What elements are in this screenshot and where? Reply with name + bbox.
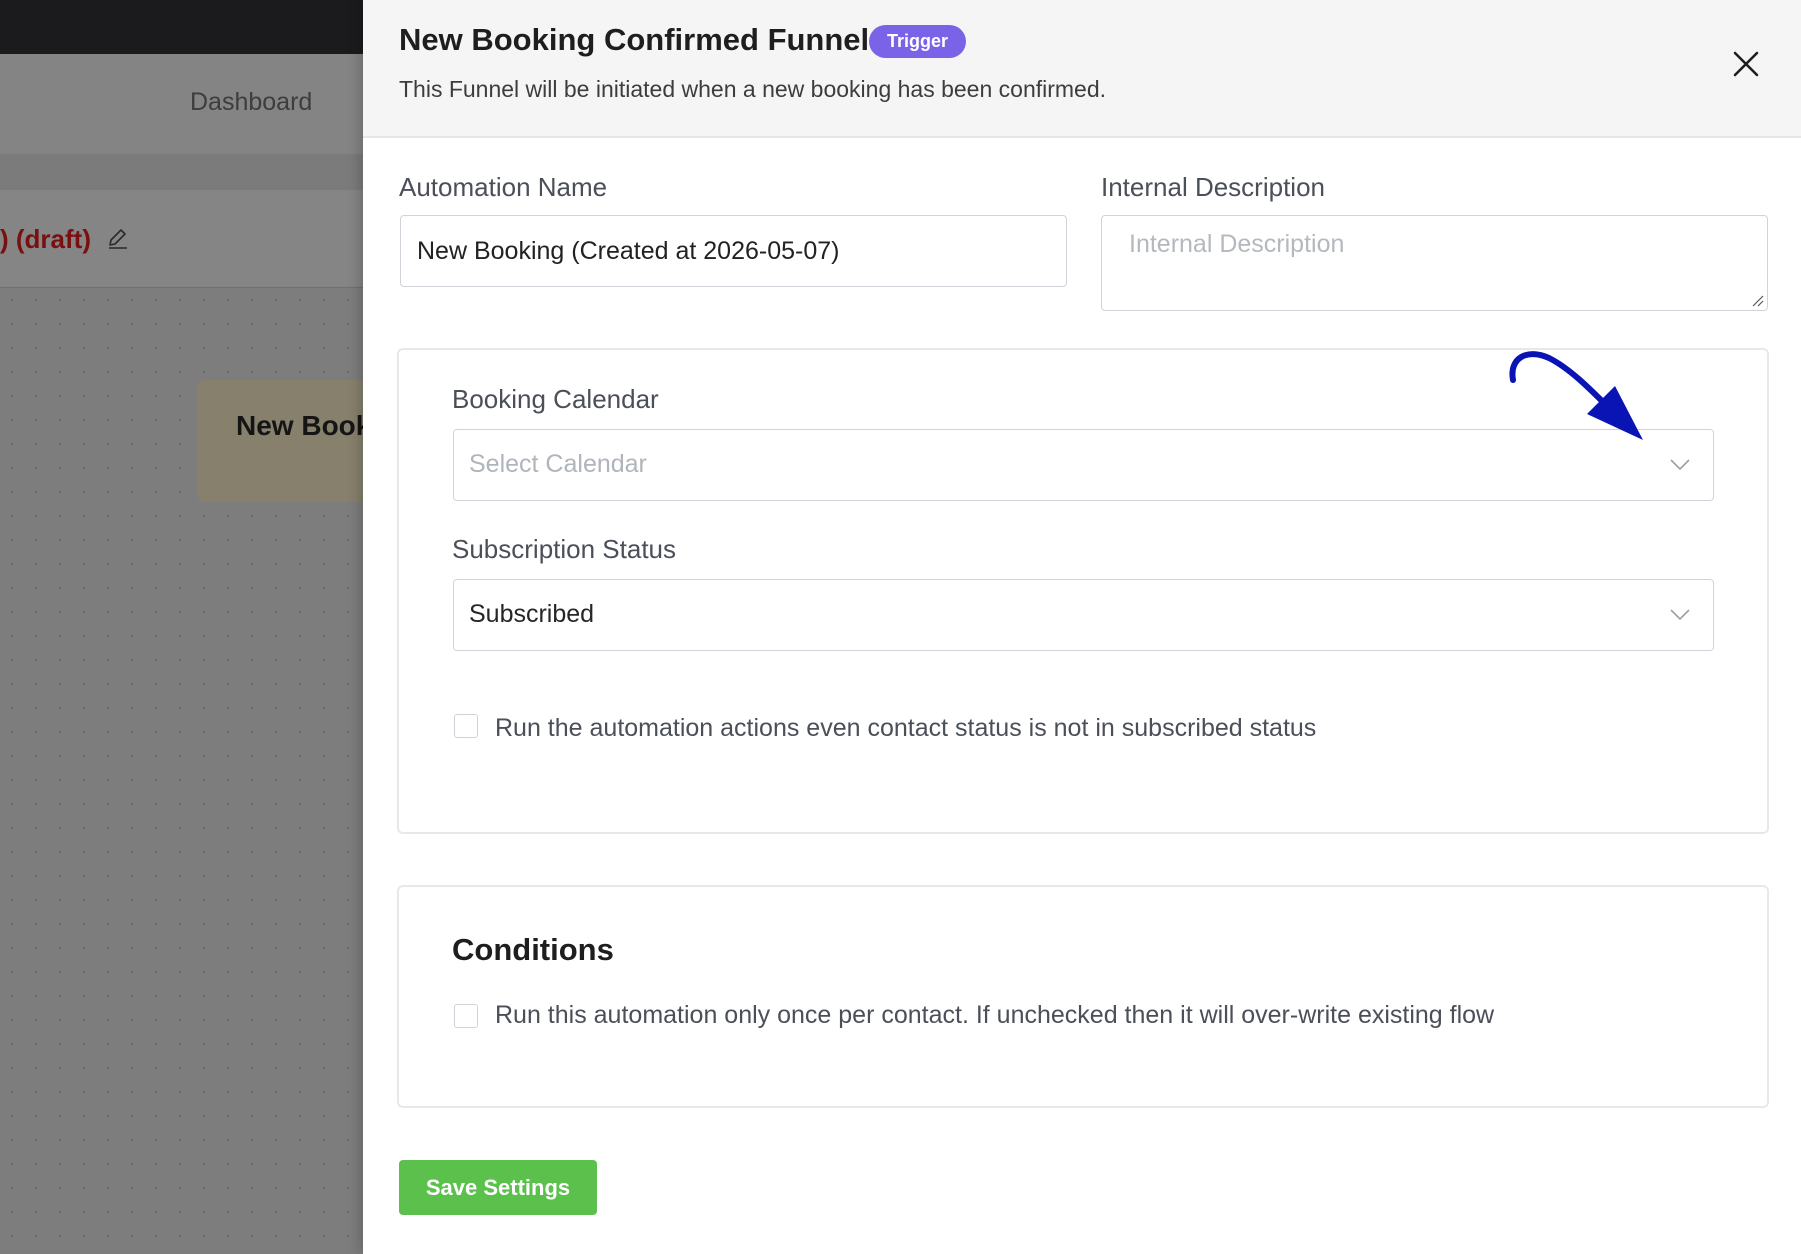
internal-description-textarea[interactable] xyxy=(1101,215,1768,311)
subscription-status-label: Subscription Status xyxy=(452,534,677,564)
booking-calendar-placeholder: Select Calendar xyxy=(469,450,647,478)
resize-handle-icon[interactable] xyxy=(1750,293,1764,307)
drawer-title: New Booking Confirmed Funnel xyxy=(399,22,870,57)
internal-description-label: Internal Description xyxy=(1101,172,1325,202)
trigger-settings-drawer: New Booking Confirmed Funnel Trigger Thi… xyxy=(363,0,1801,1254)
nav-item-dashboard[interactable]: Dashboard xyxy=(190,88,312,117)
trigger-node-label: New Booki xyxy=(236,410,363,441)
trigger-badge: Trigger xyxy=(869,25,967,58)
background-title-bar: ) (draft) xyxy=(0,190,363,288)
run-once-label[interactable]: Run this automation only once per contac… xyxy=(495,1001,1494,1030)
booking-calendar-label: Booking Calendar xyxy=(452,384,659,414)
annotation-arrow-icon xyxy=(1509,351,1643,440)
drawer-subtitle: This Funnel will be initiated when a new… xyxy=(399,76,1107,102)
draft-status: ) (draft) xyxy=(0,224,91,254)
conditions-heading: Conditions xyxy=(452,932,614,967)
trigger-node[interactable]: New Booki xyxy=(198,380,363,502)
background-app: Dashboard ) (draft) New Booki xyxy=(0,0,363,1254)
background-nav: Dashboard xyxy=(0,54,363,154)
chevron-down-icon xyxy=(1670,609,1690,621)
conditions-card: Conditions Run this automation only once… xyxy=(397,885,1769,1108)
run-once-checkbox[interactable] xyxy=(454,1004,478,1028)
run-even-unsubscribed-label[interactable]: Run the automation actions even contact … xyxy=(495,714,1316,743)
workflow-canvas: New Booki xyxy=(0,288,363,1254)
chevron-down-icon xyxy=(1670,459,1690,471)
automation-name-label: Automation Name xyxy=(399,172,608,202)
pencil-icon[interactable] xyxy=(106,226,130,250)
run-even-unsubscribed-checkbox[interactable] xyxy=(454,714,478,738)
background-top-bar xyxy=(0,0,363,54)
automation-name-input[interactable] xyxy=(400,215,1067,287)
save-settings-button[interactable]: Save Settings xyxy=(399,1160,597,1215)
subscription-status-select[interactable]: Subscribed xyxy=(453,579,1714,651)
close-icon[interactable] xyxy=(1728,46,1764,82)
subscription-status-value: Subscribed xyxy=(469,600,595,628)
drawer-header: New Booking Confirmed Funnel Trigger Thi… xyxy=(363,0,1801,138)
